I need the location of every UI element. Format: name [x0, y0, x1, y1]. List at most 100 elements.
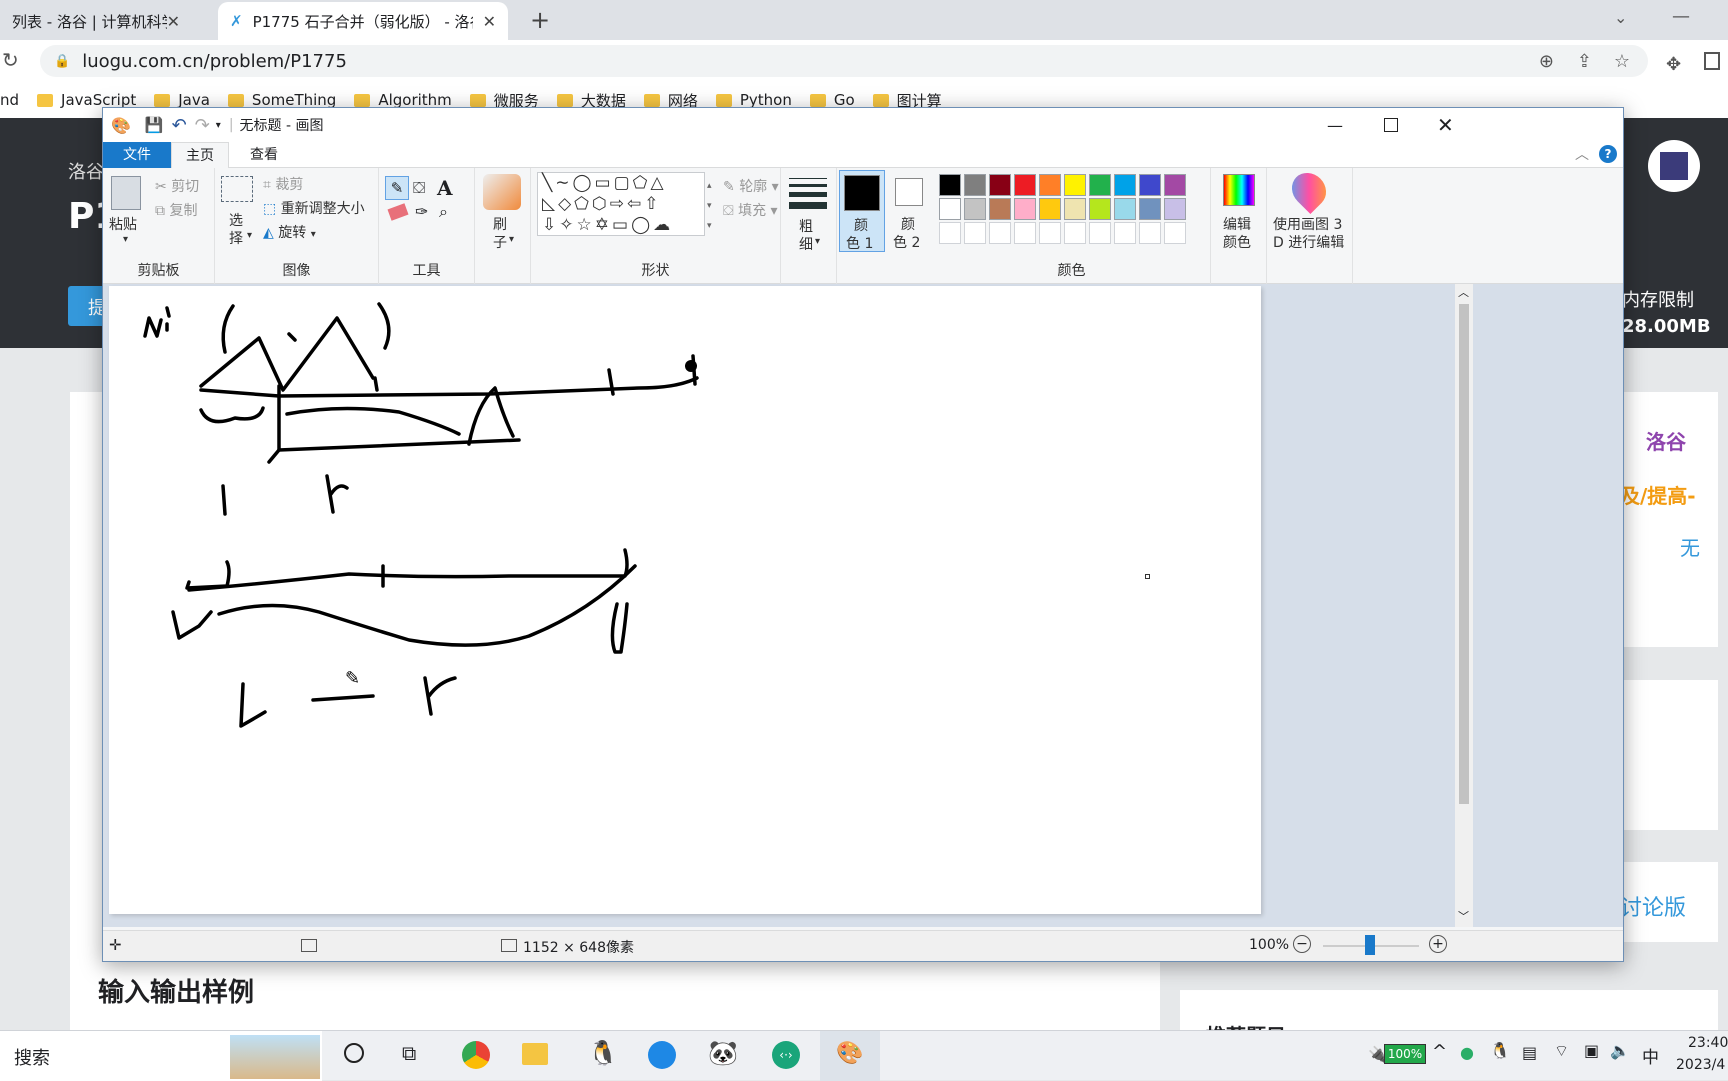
tab-search-chevron-icon[interactable]: ⌄: [1614, 8, 1627, 27]
brushes-button[interactable]: 刷: [493, 214, 507, 234]
fill-bucket-icon[interactable]: ⛋: [413, 178, 425, 198]
close-icon[interactable]: ✕: [1437, 113, 1454, 137]
resize-button[interactable]: ⬚ 重新调整大小: [263, 198, 365, 218]
zoom-out-icon[interactable]: −: [1293, 935, 1311, 953]
cloud-shape-icon[interactable]: ☁: [653, 215, 673, 235]
zoom-slider-thumb[interactable]: [1365, 935, 1375, 955]
palette-swatch[interactable]: [939, 174, 961, 196]
zoom-icon[interactable]: ⊕: [1539, 51, 1554, 72]
palette-swatch[interactable]: [1139, 174, 1161, 196]
star4-shape-icon[interactable]: ✧: [559, 215, 576, 235]
paste-button[interactable]: 粘贴: [109, 214, 137, 234]
palette-swatch[interactable]: [1014, 198, 1036, 220]
size-button-line2[interactable]: 细: [799, 234, 813, 254]
canvas-resize-handle[interactable]: [1145, 574, 1150, 579]
edit-colors-icon[interactable]: [1223, 174, 1255, 206]
undo-icon[interactable]: ↶: [172, 115, 187, 136]
edit-colors-button[interactable]: 编辑: [1223, 214, 1251, 234]
line-shape-icon[interactable]: ╲: [542, 173, 555, 193]
curve-shape-icon[interactable]: ∼: [555, 173, 572, 193]
side-panel-icon[interactable]: [1704, 52, 1720, 70]
star6-shape-icon[interactable]: ✡: [595, 215, 612, 235]
scroll-up-icon[interactable]: ︿: [1458, 284, 1469, 300]
brush-icon[interactable]: [483, 174, 521, 210]
size-button[interactable]: 粗: [799, 216, 813, 236]
tab-file[interactable]: 文件: [103, 142, 171, 168]
shapes-gallery[interactable]: ╲∼◯▭▢⬠△ ◺◇⬠⬡⇨⇦⇧ ⇩✧☆✡▭◯☁: [537, 172, 705, 236]
palette-swatch[interactable]: [989, 174, 1011, 196]
select-button-line2[interactable]: 择: [229, 228, 243, 248]
help-icon[interactable]: ?: [1599, 145, 1617, 163]
vertical-scrollbar[interactable]: ︿ ﹀: [1455, 284, 1473, 927]
outline-button[interactable]: ✎ 轮廓 ▾: [723, 176, 779, 196]
palette-swatch[interactable]: [1139, 222, 1161, 244]
palette-swatch[interactable]: [1039, 174, 1061, 196]
quick-access-dropdown-icon[interactable]: ▾: [216, 120, 221, 131]
avatar[interactable]: [1648, 140, 1700, 192]
color2-button[interactable]: 颜 色 2: [887, 170, 933, 252]
bookmark-star-icon[interactable]: ☆: [1614, 51, 1630, 72]
palette-swatch[interactable]: [939, 222, 961, 244]
save-icon[interactable]: 💾: [145, 116, 164, 134]
task-view-icon[interactable]: ⧉: [402, 1041, 416, 1065]
palette-swatch[interactable]: [1089, 174, 1111, 196]
tab-home[interactable]: 主页: [171, 142, 229, 169]
tray-app-icon[interactable]: ▤: [1522, 1043, 1537, 1062]
color-picker-icon[interactable]: ✑: [415, 202, 428, 221]
palette-swatch[interactable]: [1114, 198, 1136, 220]
eraser-icon[interactable]: [387, 203, 409, 221]
drawing-canvas[interactable]: ✎: [109, 286, 1261, 914]
extensions-puzzle-icon[interactable]: ✥: [1666, 54, 1681, 75]
left-arrow-shape-icon[interactable]: ⇦: [627, 194, 644, 214]
collapse-ribbon-icon[interactable]: ︿: [1575, 144, 1589, 164]
app-panda-icon[interactable]: 🐼: [708, 1039, 738, 1067]
callout-rect-shape-icon[interactable]: ▭: [612, 215, 631, 235]
cortana-icon[interactable]: [344, 1043, 364, 1063]
palette-swatch[interactable]: [1064, 222, 1086, 244]
palette-swatch[interactable]: [1114, 222, 1136, 244]
palette-swatch[interactable]: [1089, 198, 1111, 220]
rectangle-shape-icon[interactable]: ▭: [595, 173, 614, 193]
palette-swatch[interactable]: [1039, 222, 1061, 244]
share-icon[interactable]: ⇪: [1577, 51, 1592, 72]
polygon-shape-icon[interactable]: ⬠: [633, 173, 651, 193]
paint3d-button-line2[interactable]: D 进行编辑: [1273, 232, 1344, 252]
palette-swatch[interactable]: [1064, 198, 1086, 220]
palette-swatch[interactable]: [1164, 222, 1186, 244]
rotate-button[interactable]: ◭ 旋转 ▾: [263, 222, 316, 242]
palette-swatch[interactable]: [1164, 174, 1186, 196]
magnifier-icon[interactable]: ⌕: [439, 202, 448, 222]
fill-button[interactable]: ⛋ 填充 ▾: [723, 200, 778, 220]
palette-swatch[interactable]: [989, 198, 1011, 220]
pentagon-shape-icon[interactable]: ⬠: [574, 194, 592, 214]
tab-view[interactable]: 查看: [239, 142, 289, 168]
palette-swatch[interactable]: [1139, 198, 1161, 220]
wechat-tray-icon[interactable]: ●: [1460, 1043, 1474, 1062]
palette-swatch[interactable]: [964, 198, 986, 220]
maximize-icon[interactable]: [1384, 118, 1398, 132]
paste-dropdown-icon[interactable]: ▾: [123, 234, 128, 245]
browser-tab-problem[interactable]: ✗ P1775 石子合并（弱化版） - 洛谷 ✕: [218, 2, 508, 40]
copy-button[interactable]: ⧉ 复制: [155, 200, 197, 220]
bookmark-item[interactable]: nd: [0, 91, 19, 109]
text-tool-icon[interactable]: A: [437, 176, 453, 200]
new-tab-button[interactable]: +: [530, 6, 550, 34]
edit-colors-button-line2[interactable]: 颜色: [1223, 232, 1251, 252]
palette-swatch[interactable]: [1039, 198, 1061, 220]
shapes-scroll-icon[interactable]: ▴ ▾ ▾: [707, 176, 712, 236]
discussion-link[interactable]: 讨论版: [1620, 890, 1686, 922]
volume-icon[interactable]: 🔈: [1610, 1041, 1630, 1060]
reload-icon[interactable]: ↻: [2, 48, 19, 72]
tray-expand-icon[interactable]: ^: [1432, 1041, 1447, 1062]
diamond-shape-icon[interactable]: ◇: [558, 194, 574, 214]
paint3d-icon[interactable]: [1284, 165, 1334, 215]
paint-taskbar-button[interactable]: 🎨: [820, 1031, 880, 1081]
down-arrow-shape-icon[interactable]: ⇩: [542, 215, 559, 235]
palette-swatch[interactable]: [1089, 222, 1111, 244]
palette-swatch[interactable]: [1014, 174, 1036, 196]
minimize-browser-icon[interactable]: —: [1672, 6, 1690, 27]
paint3d-button[interactable]: 使用画图 3: [1273, 214, 1342, 234]
star5-shape-icon[interactable]: ☆: [577, 215, 595, 235]
brushes-button-line2[interactable]: 子: [493, 232, 507, 252]
chrome-taskbar-icon[interactable]: [462, 1041, 490, 1069]
